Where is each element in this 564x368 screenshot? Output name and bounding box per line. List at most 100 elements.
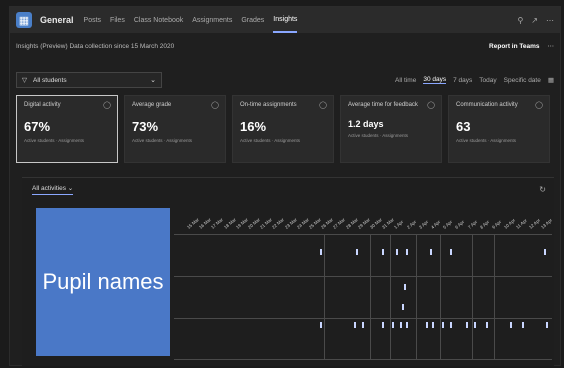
period-selector: All time 30 days 7 days Today Specific date ▦ — [395, 76, 554, 84]
teams-window: ▦ General Posts Files Class Notebook Assign… — [9, 6, 561, 366]
tab-posts[interactable]: Posts — [84, 7, 102, 33]
student-filter-select[interactable]: ▽ All students ⌄ — [16, 72, 162, 88]
info-icon[interactable]: ◯ — [211, 101, 219, 109]
row-divider — [174, 359, 552, 360]
date-header: 13 Apr — [539, 217, 553, 230]
activity-mark[interactable] — [404, 284, 406, 290]
row-divider — [174, 276, 552, 277]
activity-mark[interactable] — [382, 322, 384, 328]
date-header: 28 Mar — [344, 216, 359, 230]
row-divider — [174, 318, 552, 319]
period-7-days[interactable]: 7 days — [453, 77, 472, 84]
card-note: Active students · Assignments — [132, 138, 193, 143]
activity-mark[interactable] — [392, 322, 394, 328]
activity-mark[interactable] — [450, 322, 452, 328]
card-title: Communication activity — [456, 102, 518, 108]
activity-mark[interactable] — [382, 249, 384, 255]
calendar-icon[interactable]: ▦ — [548, 76, 554, 84]
metric-cards: Digital activity 67% Active students · Ass… — [16, 95, 560, 165]
card-value: 1.2 days — [348, 119, 384, 129]
activity-mark[interactable] — [486, 322, 488, 328]
grid-header: All activities ⌄ ↻ — [22, 178, 554, 200]
card-title: Digital activity — [24, 102, 61, 108]
activity-mark[interactable] — [356, 249, 358, 255]
info-icon[interactable]: ◯ — [103, 101, 111, 109]
card-title: On-time assignments — [240, 102, 297, 108]
activity-mark[interactable] — [396, 249, 398, 255]
date-header: 9 Apr — [491, 219, 503, 230]
metric-card-on-time-assignments[interactable]: On-time assignments 16% Active students · … — [232, 95, 334, 163]
period-30-days[interactable]: 30 days — [423, 76, 447, 84]
pupil-names-overlay: Pupil names — [36, 208, 170, 356]
tab-files[interactable]: Files — [110, 7, 125, 33]
activity-mark[interactable] — [402, 304, 404, 310]
tab-class-notebook[interactable]: Class Notebook — [134, 7, 183, 33]
activity-mark[interactable] — [426, 322, 428, 328]
card-value: 73% — [132, 119, 159, 134]
card-title: Average grade — [132, 102, 172, 108]
activity-mark[interactable] — [400, 322, 402, 328]
activity-mark[interactable] — [474, 322, 476, 328]
info-icon[interactable]: ◯ — [427, 101, 435, 109]
date-header: 29 Mar — [356, 216, 371, 230]
report-button[interactable]: Report in Teams — [489, 43, 539, 50]
period-today[interactable]: Today — [479, 77, 496, 84]
info-icon[interactable]: ◯ — [535, 101, 543, 109]
activity-mark[interactable] — [432, 322, 434, 328]
info-icon[interactable]: ◯ — [319, 101, 327, 109]
activity-mark[interactable] — [544, 249, 546, 255]
date-header: 20 Mar — [247, 216, 261, 230]
activity-mark[interactable] — [522, 322, 524, 328]
search-icon[interactable]: ⚲ — [517, 16, 523, 25]
date-header: 25 Mar — [308, 216, 322, 230]
chevron-down-icon: ⌄ — [150, 77, 156, 84]
period-all-time[interactable]: All time — [395, 77, 416, 84]
more-icon[interactable]: ⋯ — [548, 42, 555, 50]
date-header: 21 Mar — [259, 216, 274, 230]
date-header: 22 Mar — [271, 216, 286, 230]
date-header: 2 Apr — [405, 219, 417, 230]
tab-assignments[interactable]: Assignments — [192, 7, 232, 33]
week-divider — [390, 234, 391, 360]
metric-card-digital-activity[interactable]: Digital activity 67% Active students · Ass… — [16, 95, 118, 163]
date-header: 23 Mar — [283, 216, 298, 230]
activity-mark[interactable] — [466, 322, 468, 328]
card-note: Active students · Assignments — [24, 138, 85, 143]
date-header: 5 Apr — [442, 219, 454, 230]
card-title: Average time for feedback — [348, 102, 418, 108]
card-note: Active students · Assignments — [348, 133, 409, 138]
activity-mark[interactable] — [362, 322, 364, 328]
activity-mark[interactable] — [450, 249, 452, 255]
date-header: 16 Mar — [198, 216, 213, 230]
activity-mark[interactable] — [430, 249, 432, 255]
date-header: 18 Mar — [222, 216, 237, 230]
top-bar: ▦ General Posts Files Class Notebook Assign… — [10, 7, 560, 33]
tab-insights[interactable]: Insights — [273, 7, 298, 33]
activity-mark[interactable] — [406, 249, 408, 255]
expand-icon[interactable]: ↗ — [531, 16, 538, 25]
activity-select[interactable]: All activities ⌄ — [32, 184, 74, 195]
more-icon[interactable]: ⋯ — [546, 16, 554, 25]
metric-card-average-time-for-feedback[interactable]: Average time for feedback 1.2 days Active … — [340, 95, 442, 163]
tab-grades[interactable]: Grades — [241, 7, 264, 33]
activity-mark[interactable] — [406, 322, 408, 328]
student-filter-value: All students — [33, 76, 67, 84]
activity-mark[interactable] — [546, 322, 548, 328]
metric-card-communication-activity[interactable]: Communication activity 63 Active students … — [448, 95, 550, 163]
activity-grid: All activities ⌄ ↻ Pupil names 15 Mar 16 … — [22, 177, 554, 366]
insights-subheader: Insights (Preview) Data collection since… — [16, 38, 554, 54]
activity-mark[interactable] — [354, 322, 356, 328]
activity-mark[interactable] — [320, 322, 322, 328]
activity-mark[interactable] — [320, 249, 322, 255]
activity-mark[interactable] — [442, 322, 444, 328]
week-divider — [440, 234, 441, 360]
metric-card-average-grade[interactable]: Average grade 73% Active students · Assign… — [124, 95, 226, 163]
period-specific-date[interactable]: Specific date — [504, 77, 541, 84]
refresh-icon[interactable]: ↻ — [539, 185, 546, 194]
date-header: 30 Mar — [369, 216, 383, 230]
card-note: Active students · Assignments — [456, 138, 517, 143]
top-right-actions: ⚲ ↗ ⋯ — [517, 16, 554, 25]
week-divider — [370, 234, 371, 360]
date-header: 6 Apr — [454, 219, 466, 230]
activity-mark[interactable] — [510, 322, 512, 328]
